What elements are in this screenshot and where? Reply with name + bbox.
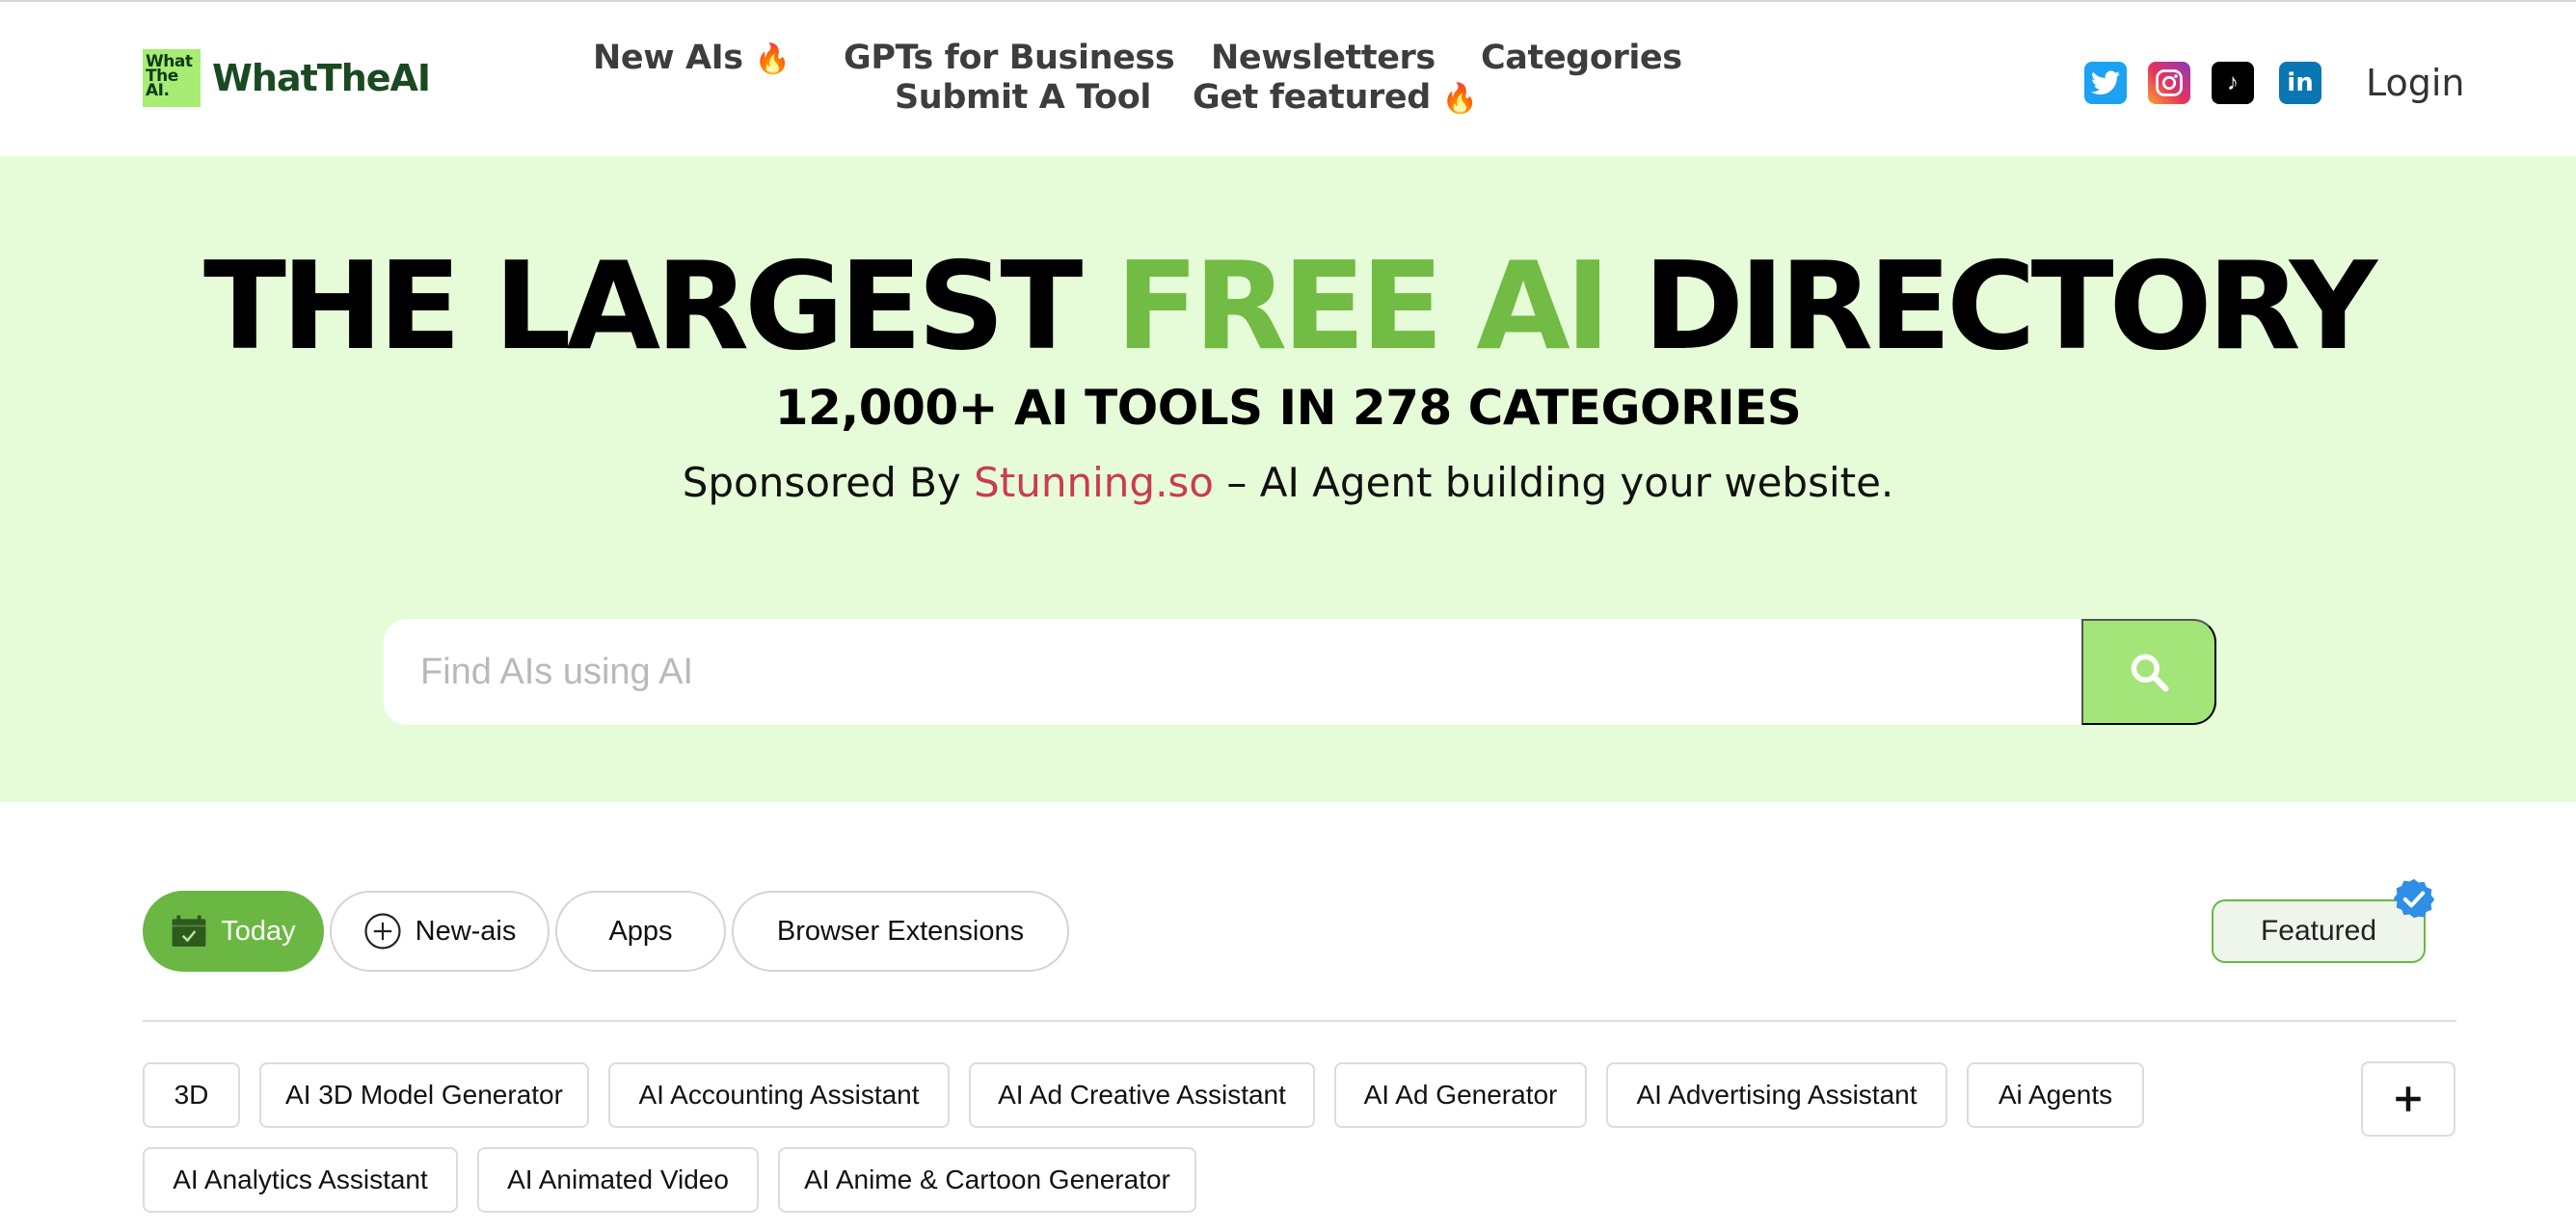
nav-categories[interactable]: Categories <box>1481 39 1682 77</box>
tab-new-ais-label: New-ais <box>415 915 517 947</box>
nav-get-featured[interactable]: Get featured 🔥 <box>1193 78 1478 117</box>
nav-new-ais-label: New AIs <box>593 39 743 77</box>
hero-title-part1: THE LARGEST <box>202 235 1116 377</box>
category-chip[interactable]: 3D <box>143 1062 240 1128</box>
site-logo[interactable]: What The AI. WhatTheAI <box>143 49 431 107</box>
twitter-icon[interactable] <box>2084 62 2127 104</box>
search-input[interactable] <box>384 619 2082 725</box>
instagram-icon[interactable] <box>2148 62 2190 104</box>
hero-subtitle: 12,000+ AI TOOLS IN 278 CATEGORIES <box>774 380 1802 436</box>
section-divider <box>143 1020 2456 1022</box>
category-chip[interactable]: AI Advertising Assistant <box>1606 1062 1947 1128</box>
plus-icon <box>2396 1086 2421 1111</box>
category-chip[interactable]: Ai Agents <box>1967 1062 2144 1128</box>
tiktok-icon[interactable]: ♪ <box>2212 62 2254 104</box>
fire-icon: 🔥 <box>1441 82 1478 116</box>
category-chip[interactable]: AI Ad Generator <box>1334 1062 1587 1128</box>
category-chip[interactable]: AI Anime & Cartoon Generator <box>778 1147 1196 1213</box>
tab-today[interactable]: Today <box>143 891 324 972</box>
login-link[interactable]: Login <box>2366 62 2465 104</box>
logo-badge-line: AI. <box>146 81 170 100</box>
linkedin-icon[interactable]: in <box>2279 62 2321 104</box>
nav-submit-tool[interactable]: Submit A Tool <box>895 78 1151 117</box>
category-chip[interactable]: AI Animated Video <box>477 1147 759 1213</box>
nav-newsletters[interactable]: Newsletters <box>1211 39 1436 77</box>
sponsor-suffix: – AI Agent building your website. <box>1214 459 1894 506</box>
sponsor-prefix: Sponsored By <box>682 459 975 506</box>
hero-title-part2: DIRECTORY <box>1605 235 2377 377</box>
verified-badge-icon <box>2393 877 2435 924</box>
calendar-check-icon <box>171 914 207 949</box>
plus-circle-icon <box>363 912 402 951</box>
hero-section: THE LARGEST FREE AI DIRECTORY 12,000+ AI… <box>0 156 2576 802</box>
category-chip[interactable]: AI Accounting Assistant <box>608 1062 950 1128</box>
nav-new-ais[interactable]: New AIs 🔥 <box>593 39 791 77</box>
sponsor-link[interactable]: Stunning.so <box>974 459 1214 506</box>
category-chip[interactable]: AI 3D Model Generator <box>259 1062 589 1128</box>
nav-get-featured-label: Get featured <box>1193 78 1431 117</box>
search-icon <box>2131 654 2169 692</box>
category-chip[interactable]: AI Ad Creative Assistant <box>969 1062 1315 1128</box>
tab-browser-extensions[interactable]: Browser Extensions <box>732 891 1069 972</box>
fire-icon: 🔥 <box>754 42 791 76</box>
category-chip[interactable]: AI Analytics Assistant <box>143 1147 458 1213</box>
tab-today-label: Today <box>221 915 296 947</box>
hero-title: THE LARGEST FREE AI DIRECTORY <box>0 235 2576 377</box>
nav-gpts-for-business[interactable]: GPTs for Business <box>844 39 1175 77</box>
tab-apps[interactable]: Apps <box>555 891 726 972</box>
search-button[interactable] <box>2081 619 2216 725</box>
site-header: What The AI. WhatTheAI New AIs 🔥 GPTs fo… <box>0 2 2576 156</box>
expand-categories-button[interactable] <box>2361 1061 2455 1137</box>
logo-badge: What The AI. <box>143 49 201 107</box>
tab-new-ais[interactable]: New-ais <box>330 891 550 972</box>
hero-title-highlight: FREE AI <box>1115 235 1610 377</box>
logo-text: WhatTheAI <box>212 57 431 99</box>
sponsor-line: Sponsored By Stunning.so – AI Agent buil… <box>0 459 2576 506</box>
